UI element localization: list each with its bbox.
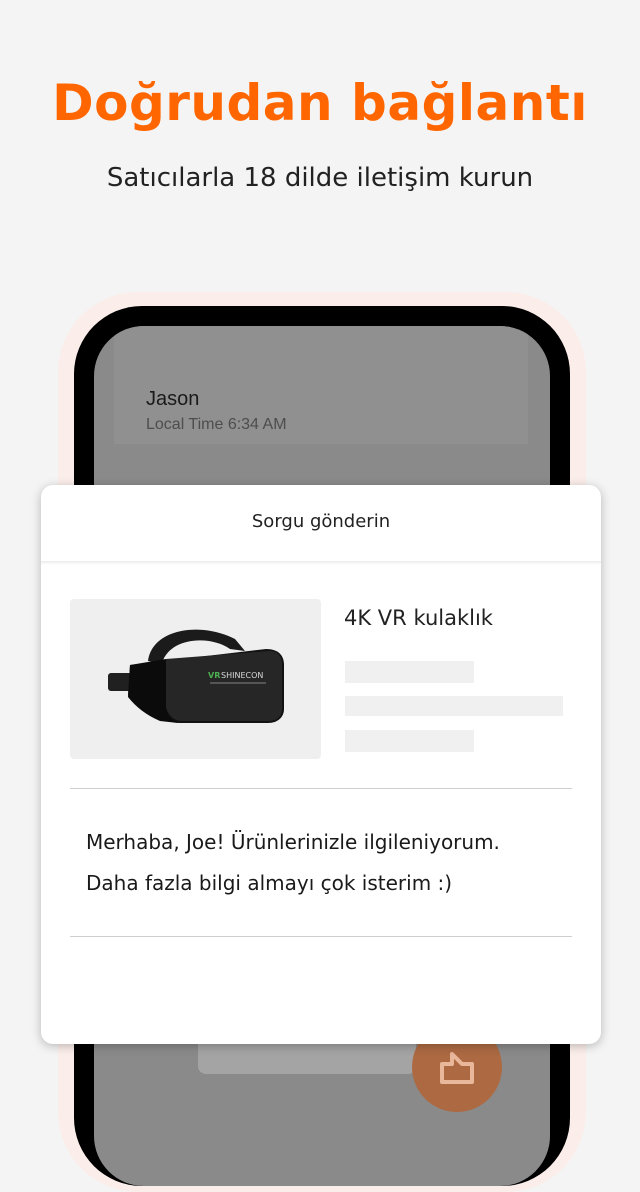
send-icon: [440, 1052, 474, 1084]
vr-headset-image: VR SHINECON: [108, 629, 284, 723]
product-image: VR SHINECON: [70, 599, 321, 759]
promo-headline: Doğrudan bağlantı: [52, 74, 588, 132]
inquiry-modal: Sorgu gönderin VR SHINECON 4K VR kulaklı…: [41, 485, 601, 1044]
product-title: 4K VR kulaklık: [344, 606, 493, 630]
placeholder-line: [345, 661, 474, 683]
message-line: Daha fazla bilgi almayı çok isterim :): [86, 871, 453, 895]
product-divider: [70, 788, 572, 789]
placeholder-line: [345, 696, 563, 716]
contact-name: Jason: [146, 388, 200, 410]
modal-title: Sorgu gönderin: [251, 511, 391, 532]
svg-text:SHINECON: SHINECON: [221, 671, 263, 680]
message-divider: [70, 936, 572, 937]
svg-text:VR: VR: [208, 671, 220, 680]
message-line: Merhaba, Joe! Ürünlerinizle ilgileniyoru…: [86, 830, 500, 854]
contact-local-time: Local Time 6:34 AM: [146, 416, 287, 433]
chat-header: Jason Local Time 6:34 AM: [114, 326, 528, 444]
placeholder-line: [345, 730, 474, 752]
promo-subline: Satıcılarla 18 dilde iletişim kurun: [106, 163, 534, 193]
inquiry-message[interactable]: Merhaba, Joe! Ürünlerinizle ilgileniyoru…: [86, 822, 566, 904]
modal-header-divider: [41, 561, 601, 565]
